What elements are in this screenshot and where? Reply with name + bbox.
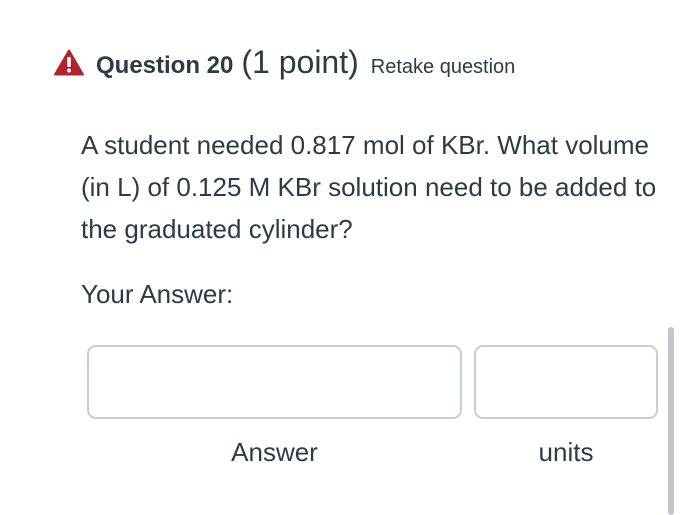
answer-input[interactable] [87,345,462,419]
answer-label: Answer [231,437,318,467]
question-title: Question 20 [96,52,234,79]
units-label: units [538,437,594,467]
units-input[interactable] [474,345,658,419]
vertical-scrollbar[interactable] [668,327,674,515]
question-header: Question 20 (1 point) Retake question [54,44,515,81]
question-text: A student needed 0.817 mol of KBr. What … [81,130,657,244]
retake-question-link[interactable]: Retake question [371,56,516,79]
warning-icon [54,49,84,76]
question-points: (1 point) [241,44,359,80]
your-answer-heading: Your Answer: [81,279,234,309]
